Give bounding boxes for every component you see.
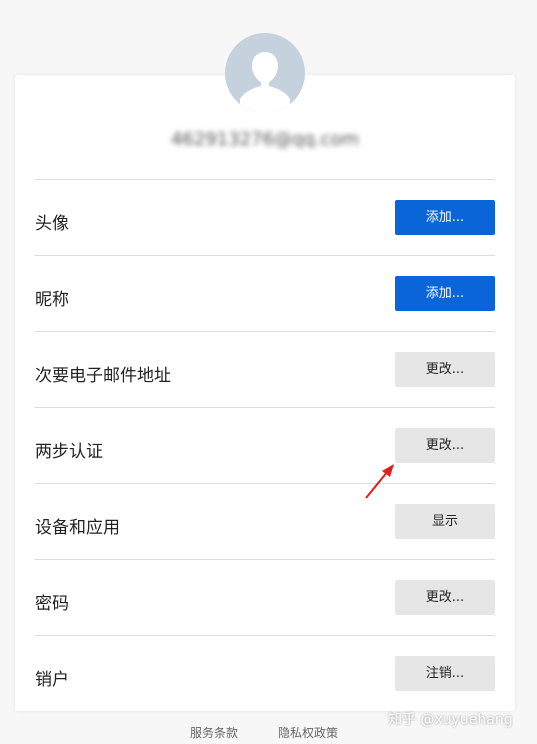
delete-account-button[interactable]: 注销...: [395, 656, 495, 691]
account-card: [15, 75, 515, 711]
divider: [35, 635, 495, 636]
change-password-button[interactable]: 更改...: [395, 580, 495, 615]
divider: [35, 483, 495, 484]
terms-link[interactable]: 服务条款: [190, 724, 238, 741]
show-devices-button[interactable]: 显示: [395, 504, 495, 539]
divider: [35, 407, 495, 408]
divider: [35, 255, 495, 256]
change-secondary-email-button[interactable]: 更改...: [395, 352, 495, 387]
avatar[interactable]: [225, 33, 305, 113]
row-label-avatar: 头像: [35, 214, 69, 234]
red-arrow-icon: [365, 464, 394, 499]
row-label-delete-account: 销户: [35, 670, 69, 690]
divider: [35, 331, 495, 332]
add-avatar-button[interactable]: 添加...: [395, 200, 495, 235]
divider: [35, 559, 495, 560]
row-label-two-step: 两步认证: [35, 442, 103, 462]
row-label-nickname: 昵称: [35, 290, 69, 310]
user-silhouette-icon: [240, 52, 290, 113]
change-two-step-button[interactable]: 更改...: [395, 428, 495, 463]
row-label-secondary-email: 次要电子邮件地址: [35, 366, 171, 386]
add-nickname-button[interactable]: 添加...: [395, 276, 495, 311]
row-label-devices-apps: 设备和应用: [35, 518, 120, 538]
row-label-password: 密码: [35, 594, 69, 614]
divider: [35, 179, 495, 180]
privacy-link[interactable]: 隐私权政策: [278, 724, 338, 741]
zhihu-watermark: 知乎 @xuyuehang: [388, 712, 513, 728]
account-email: 462913276@qq.com: [170, 129, 360, 150]
